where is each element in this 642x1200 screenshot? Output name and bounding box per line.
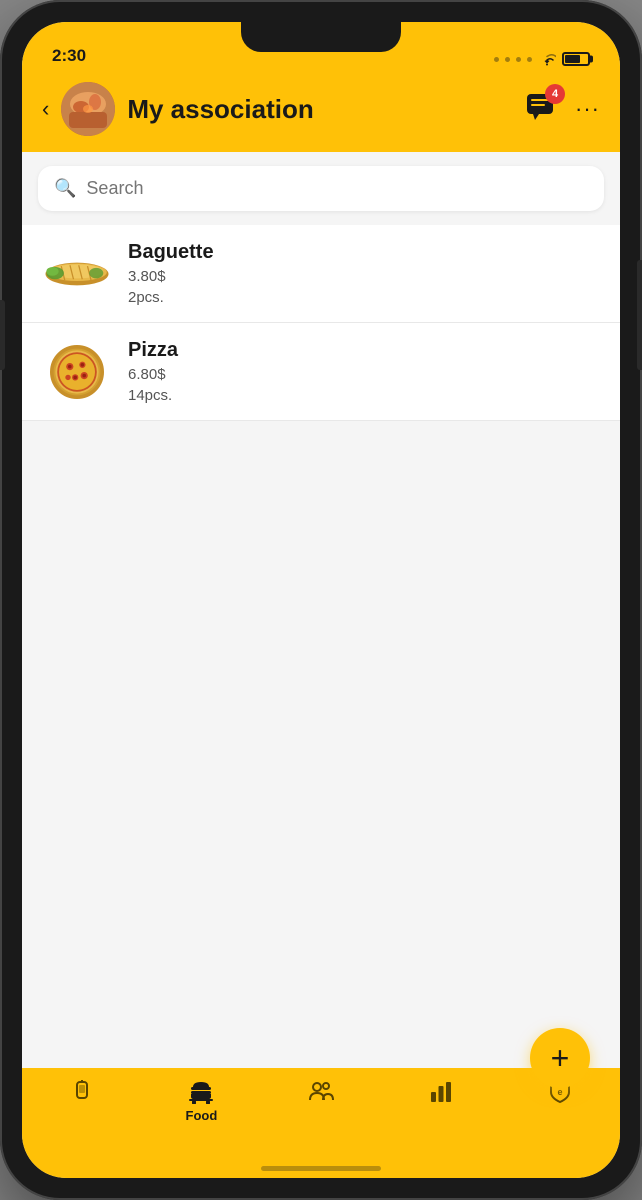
- item-qty: 14pcs.: [128, 387, 178, 404]
- item-qty: 2pcs.: [128, 289, 214, 306]
- item-price: 6.80$: [128, 366, 178, 383]
- back-button[interactable]: ‹: [42, 96, 49, 122]
- power-button: [637, 260, 642, 370]
- pizza-icon: [50, 345, 104, 399]
- page-title: My association: [127, 94, 513, 125]
- bottom-nav: Food: [22, 1068, 620, 1158]
- items-list: Baguette 3.80$ 2pcs.: [22, 225, 620, 421]
- chat-button[interactable]: 4: [525, 90, 559, 129]
- item-name: Baguette: [128, 241, 214, 264]
- item-info-baguette: Baguette 3.80$ 2pcs.: [128, 241, 214, 306]
- avatar-image: [61, 82, 115, 136]
- status-time: 2:30: [52, 46, 86, 66]
- item-name: Pizza: [128, 339, 178, 362]
- more-button[interactable]: ···: [575, 96, 600, 122]
- food-icon: [188, 1078, 214, 1104]
- item-info-pizza: Pizza 6.80$ 14pcs.: [128, 339, 178, 404]
- home-bar: [261, 1166, 381, 1171]
- battery-icon: [562, 52, 590, 66]
- wifi-icon: [538, 52, 556, 66]
- signal-dot-4: [527, 57, 532, 62]
- header-actions: 4 ···: [525, 90, 600, 129]
- list-item[interactable]: Pizza 6.80$ 14pcs.: [22, 323, 620, 421]
- search-container: 🔍: [22, 152, 620, 225]
- search-input[interactable]: [86, 178, 588, 199]
- search-box[interactable]: 🔍: [38, 166, 604, 211]
- nav-item-people[interactable]: [261, 1078, 381, 1108]
- add-button[interactable]: +: [530, 1028, 590, 1088]
- item-image-pizza: [42, 346, 112, 398]
- main-content: 🔍: [22, 152, 620, 1068]
- phone-screen: 2:30 ‹: [22, 22, 620, 1178]
- nav-item-food[interactable]: Food: [142, 1078, 262, 1123]
- notification-badge: 4: [545, 84, 565, 104]
- status-icons: [494, 52, 590, 66]
- home-indicator: [22, 1158, 620, 1178]
- signal-dot-2: [505, 57, 510, 62]
- search-icon: 🔍: [54, 178, 76, 199]
- notch: [241, 22, 401, 52]
- volume-button: [0, 300, 5, 370]
- list-item[interactable]: Baguette 3.80$ 2pcs.: [22, 225, 620, 323]
- stats-icon: [428, 1078, 454, 1104]
- svg-text:e: e: [558, 1087, 563, 1097]
- nav-item-stats[interactable]: [381, 1078, 501, 1108]
- item-image-baguette: [42, 248, 112, 300]
- phone-frame: 2:30 ‹: [0, 0, 642, 1200]
- nav-item-drink[interactable]: [22, 1078, 142, 1108]
- avatar[interactable]: [61, 82, 115, 136]
- baguette-icon: [42, 255, 112, 293]
- drink-icon: [69, 1078, 95, 1104]
- signal-dot-1: [494, 57, 499, 62]
- app-header: ‹ My association: [22, 72, 620, 152]
- signal-dot-3: [516, 57, 521, 62]
- people-icon: [308, 1078, 334, 1104]
- item-price: 3.80$: [128, 268, 214, 285]
- nav-label-food: Food: [186, 1108, 218, 1123]
